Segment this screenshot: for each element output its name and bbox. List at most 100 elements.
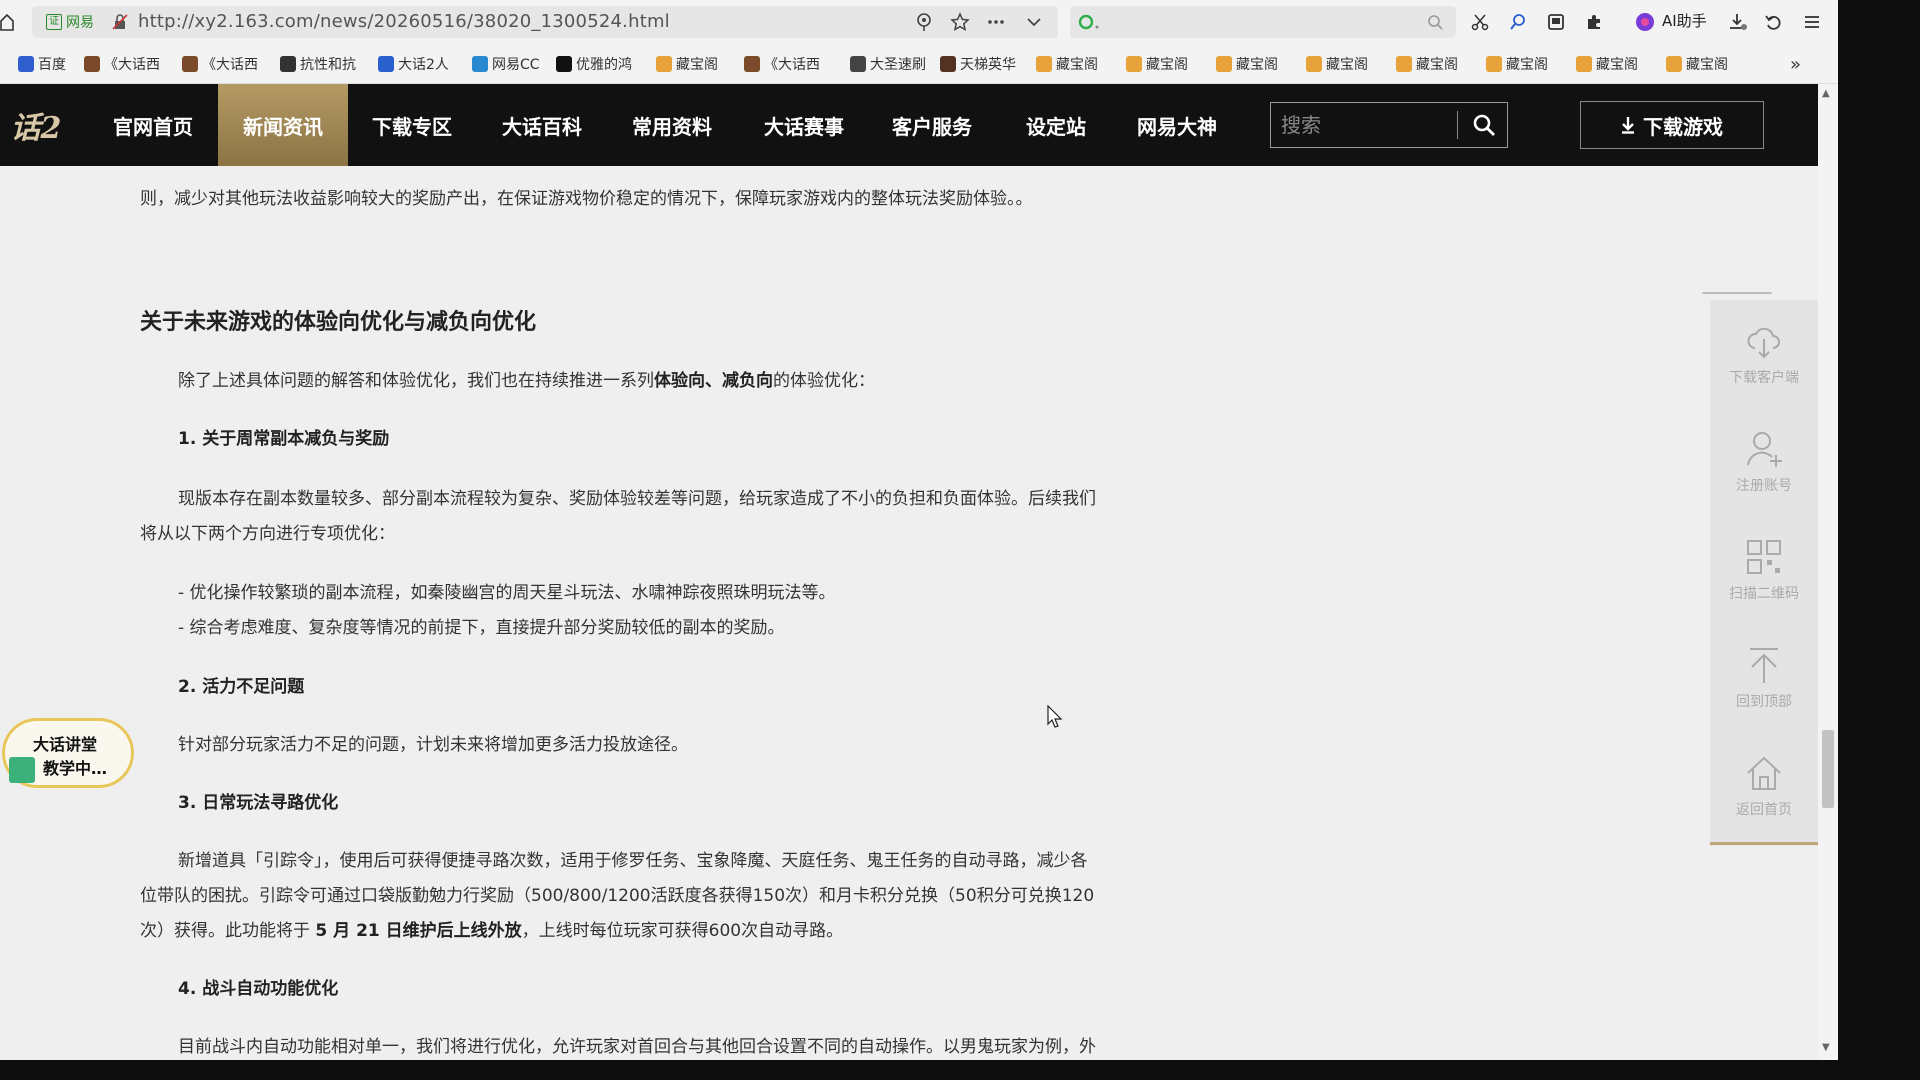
user-add-icon [1747,432,1782,467]
site-search-button[interactable] [1461,103,1507,147]
bookmark-item[interactable]: 抗性和抗 [280,53,356,75]
insecure-lock-icon[interactable] [110,12,130,32]
bookmark-item[interactable]: 藏宝阁 [656,53,718,75]
bookmark-item[interactable]: 《大话西 [182,53,258,75]
paragraph-text: 次）获得。此功能将于 [140,921,316,941]
ai-assistant-icon[interactable] [1634,11,1656,33]
scissors-icon[interactable] [1468,10,1492,34]
subsection-title-1: 1. 关于周常副本减负与奖励 [178,429,390,449]
nav-item-5[interactable]: 大话赛事 [742,84,866,166]
bookmark-label: 藏宝阁 [1056,57,1098,73]
bookmark-item[interactable]: 藏宝阁 [1306,53,1368,75]
scan-qrcode-label: 扫描二维码 [1729,586,1799,602]
bookmark-item[interactable]: 优雅的鸿 [556,53,632,75]
screenshot-icon[interactable] [1544,10,1568,34]
home-icon[interactable] [0,10,14,34]
extensions-puzzle-icon[interactable] [1582,10,1606,34]
bookmark-label: 藏宝阁 [676,57,718,73]
bookmark-favicon-icon [1036,56,1052,72]
article-paragraph: 现版本存在副本数量较多、部分副本流程较为复杂、奖励体验较差等问题，给玩家造成了不… [178,489,1096,509]
article-paragraph: 针对部分玩家活力不足的问题，计划未来将增加更多活力投放途径。 [178,735,688,755]
download-game-button[interactable]: 下载游戏 [1580,101,1764,149]
bookmark-item[interactable]: 《大话西 [744,53,820,75]
bookmark-label: 网易CC [492,57,540,73]
qrcode-icon [1747,540,1781,574]
bookmark-item[interactable]: 藏宝阁 [1036,53,1098,75]
bookmark-item[interactable]: 藏宝阁 [1666,53,1728,75]
search-engine-icon[interactable] [1078,12,1100,32]
site-identity-chip[interactable]: 证 网易 [42,12,100,32]
bookmarks-overflow-chevron-icon[interactable]: » [1790,53,1801,75]
find-icon[interactable] [1506,10,1530,34]
bookmark-item[interactable]: 藏宝阁 [1126,53,1188,75]
back-to-top-button[interactable]: 回到顶部 [1710,624,1818,732]
search-icon[interactable] [1424,12,1446,32]
subsection-title-2: 2. 活力不足问题 [178,677,305,697]
download-game-label: 下载游戏 [1643,114,1723,139]
tutorial-badge[interactable]: 大话讲堂 教学中… [2,718,134,788]
url-text[interactable]: http://xy2.163.com/news/20260516/38020_1… [138,11,670,32]
bookmark-favicon-icon [850,56,866,72]
return-home-button[interactable]: 返回首页 [1710,732,1818,840]
site-logo[interactable]: 话2 [0,90,72,160]
nav-item-0[interactable]: 官网首页 [98,84,208,166]
bookmark-label: 藏宝阁 [1326,57,1368,73]
register-account-button[interactable]: 注册账号 [1710,408,1818,516]
return-home-label: 返回首页 [1736,802,1792,818]
scroll-thumb[interactable] [1822,730,1834,808]
article-paragraph: 次）获得。此功能将于 5 月 21 日维护后上线外放，上线时每位玩家可获得600… [140,916,843,941]
bookmark-favicon-icon [556,56,572,72]
floating-sidebar: 下载客户端 注册账号 扫描二维码 回到顶部 返回首页 [1702,292,1818,846]
bookmark-label: 藏宝阁 [1506,57,1548,73]
ai-assistant-label[interactable]: AI助手 [1662,10,1707,31]
bookmark-favicon-icon [182,56,198,72]
bookmark-favicon-icon [1216,56,1232,72]
bookmark-favicon-icon [1396,56,1412,72]
browser-search-box[interactable] [1070,6,1456,38]
bookmark-item[interactable]: 藏宝阁 [1216,53,1278,75]
nav-item-1[interactable]: 新闻资讯 [218,84,348,166]
launch-date-highlight: 5 月 21 日维护后上线外放 [315,921,522,941]
register-account-label: 注册账号 [1736,478,1792,494]
bookmark-label: 大圣速刷 [870,57,926,73]
scroll-up-arrow-icon[interactable]: ▲ [1822,88,1830,99]
menu-icon[interactable] [1800,10,1824,34]
list-item: - 综合考虑难度、复杂度等情况的前提下，直接提升部分奖励较低的副本的奖励。 [178,618,785,638]
nav-item-4[interactable]: 常用资料 [610,84,734,166]
scroll-down-arrow-icon[interactable]: ▼ [1822,1042,1830,1053]
bookmark-item[interactable]: 网易CC [472,53,540,75]
site-search-input[interactable] [1271,103,1457,147]
bookmark-star-icon[interactable] [948,10,972,34]
nav-item-6[interactable]: 客户服务 [870,84,994,166]
bookmark-item[interactable]: 大话2人 [378,53,449,75]
bookmark-item[interactable]: 百度 [18,53,66,75]
download-client-button[interactable]: 下载客户端 [1710,300,1818,408]
bookmark-favicon-icon [656,56,672,72]
back-to-top-label: 回到顶部 [1736,694,1792,710]
chevron-down-icon[interactable] [1022,10,1046,34]
nav-item-7[interactable]: 设定站 [1008,84,1104,166]
more-icon[interactable] [984,10,1008,34]
downloads-icon[interactable] [1726,10,1750,34]
nav-item-2[interactable]: 下载专区 [350,84,474,166]
nav-item-3[interactable]: 大话百科 [480,84,604,166]
article-paragraph: 新增道具「引踪令」，使用后可获得便捷寻路次数，适用于修罗任务、宝象降魔、天庭任务… [178,851,1088,871]
page-scrollbar[interactable]: ▲ ▼ [1818,84,1838,1060]
bookmark-item[interactable]: 藏宝阁 [1396,53,1458,75]
bookmark-item[interactable]: 大圣速刷 [850,53,926,75]
bookmark-item[interactable]: 藏宝阁 [1486,53,1548,75]
bookmark-favicon-icon [1126,56,1142,72]
back-to-top-icon [1750,648,1778,683]
undo-icon[interactable] [1762,10,1786,34]
nav-item-8[interactable]: 网易大神 [1116,84,1238,166]
intro-text: 除了上述具体问题的解答和体验优化，我们也在持续推进一系列 [178,371,654,391]
scan-qrcode-button[interactable]: 扫描二维码 [1710,516,1818,624]
sidebar-bottom-accent [1710,842,1818,845]
bookmark-item[interactable]: 《大话西 [84,53,160,75]
bookmark-item[interactable]: 藏宝阁 [1576,53,1638,75]
bookmark-label: 藏宝阁 [1596,57,1638,73]
bookmark-favicon-icon [1306,56,1322,72]
address-bar[interactable]: 证 网易 http://xy2.163.com/news/20260516/38… [32,6,1058,38]
bookmark-item[interactable]: 天梯英华 [940,53,1016,75]
location-pin-icon[interactable] [912,10,936,34]
